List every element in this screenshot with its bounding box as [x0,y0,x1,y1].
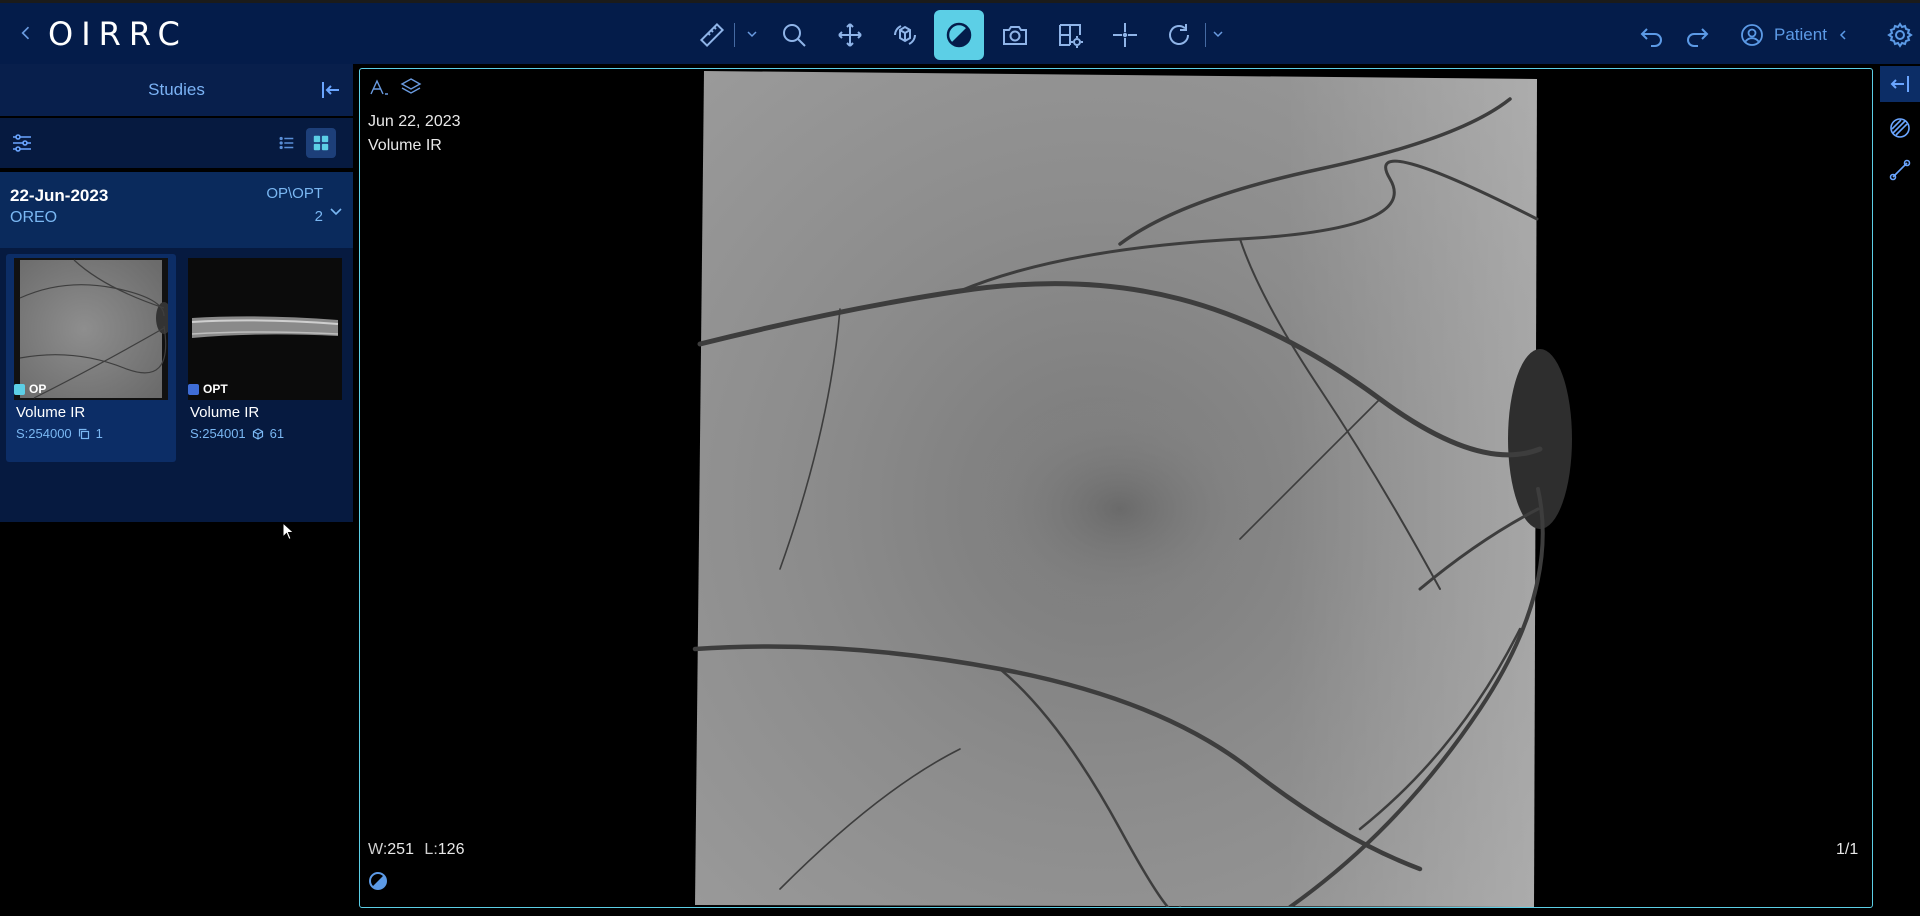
window-level-icon[interactable] [934,10,984,60]
app-header: OIRRC Patient [0,0,1920,64]
contrast-icon [368,871,388,891]
segmentation-icon[interactable] [1880,110,1920,146]
series-meta: S:254001 61 [190,426,284,441]
window-label: W: [368,841,388,858]
right-tool-rail [1880,64,1920,916]
study-date: 22-Jun-2023 [10,186,109,205]
fundus-thumbnail-image [14,258,168,400]
chevron-down-icon[interactable] [329,204,343,218]
studies-toolbar [0,118,353,168]
crosshairs-icon[interactable] [1105,15,1145,55]
chevron-down-icon[interactable] [746,27,758,41]
chevron-left-icon [1839,30,1846,40]
expand-panel-icon[interactable] [1880,66,1920,102]
study-date-overlay: Jun 22, 2023 [368,113,461,130]
modality-label: OP [29,382,47,396]
layout-settings-icon[interactable] [1050,15,1090,55]
gear-icon[interactable] [1880,15,1920,55]
study-item[interactable]: 22-Jun-2023 OREO OP\OPT 2 [0,172,353,248]
grid-view-icon[interactable] [306,128,336,158]
capture-icon[interactable] [995,15,1035,55]
zoom-icon[interactable] [774,15,814,55]
oct-thumbnail-image [188,258,342,400]
cube-icon [252,427,263,440]
level-label: L: [424,841,438,858]
back-icon[interactable] [16,21,40,49]
series-number: S:254001 [190,426,246,441]
study-description: OREO [10,209,58,226]
annotation-icon[interactable] [368,77,390,97]
pan-icon[interactable] [830,15,870,55]
retina-fundus-image [692,71,1572,907]
study-series-count: 2 [314,208,323,225]
viewport-overlay-icons [368,77,422,97]
modality-color-swatch [188,383,199,395]
toolbar-divider [734,23,735,47]
level-value: 126 [437,841,465,858]
patient-label: Patient [1774,25,1827,44]
chevron-down-icon[interactable] [1212,27,1224,41]
series-title: Volume IR [190,404,260,421]
modality-badge: OP [14,382,46,396]
series-meta: S:254000 1 [16,426,103,441]
measurement-line-icon[interactable] [1880,152,1920,188]
undo-icon[interactable] [1632,15,1672,55]
modality-color-swatch [14,383,25,395]
series-list: OP Volume IR S:254000 1 OPT Volume IR S:… [0,248,353,522]
filter-settings-icon[interactable] [10,131,34,155]
studies-panel-title: Studies [148,80,205,99]
copy-icon [78,428,89,439]
length-measure-icon[interactable] [692,15,732,55]
redo-icon[interactable] [1677,15,1717,55]
rotate-3d-icon[interactable] [885,15,925,55]
series-instance-count: 61 [269,426,285,441]
modality-badge: OPT [188,382,228,396]
mouse-cursor [282,522,295,541]
reset-rotate-icon[interactable] [1159,15,1199,55]
series-instance-count: 1 [95,426,103,441]
user-icon [1741,24,1763,46]
studies-panel: Studies 22-Jun-2023 OREO OP\OPT 2 OP Vol… [0,64,353,916]
image-viewport[interactable]: Jun 22, 2023 Volume IR W:251 L:126 1/1 [359,68,1873,908]
layers-icon[interactable] [400,77,422,97]
study-modalities: OP\OPT [266,185,323,202]
modality-label: OPT [203,382,228,396]
view-mode-toggle [272,128,336,158]
series-thumbnail[interactable]: OPT Volume IR S:254001 61 [180,254,350,462]
window-value: 251 [387,841,414,858]
collapse-panel-icon[interactable] [319,78,343,102]
window-level-readout: W:251 L:126 [368,841,464,859]
studies-panel-header: Studies [0,64,353,116]
toolbar-divider [1205,23,1206,47]
series-description-overlay: Volume IR [368,137,442,154]
patient-toggle[interactable]: Patient [1740,17,1849,53]
app-logo: OIRRC [48,15,188,53]
series-title: Volume IR [16,404,86,421]
list-view-icon[interactable] [272,128,302,158]
series-thumbnail[interactable]: OP Volume IR S:254000 1 [6,254,176,462]
series-number: S:254000 [16,426,72,441]
frame-indicator: 1/1 [1836,841,1859,858]
